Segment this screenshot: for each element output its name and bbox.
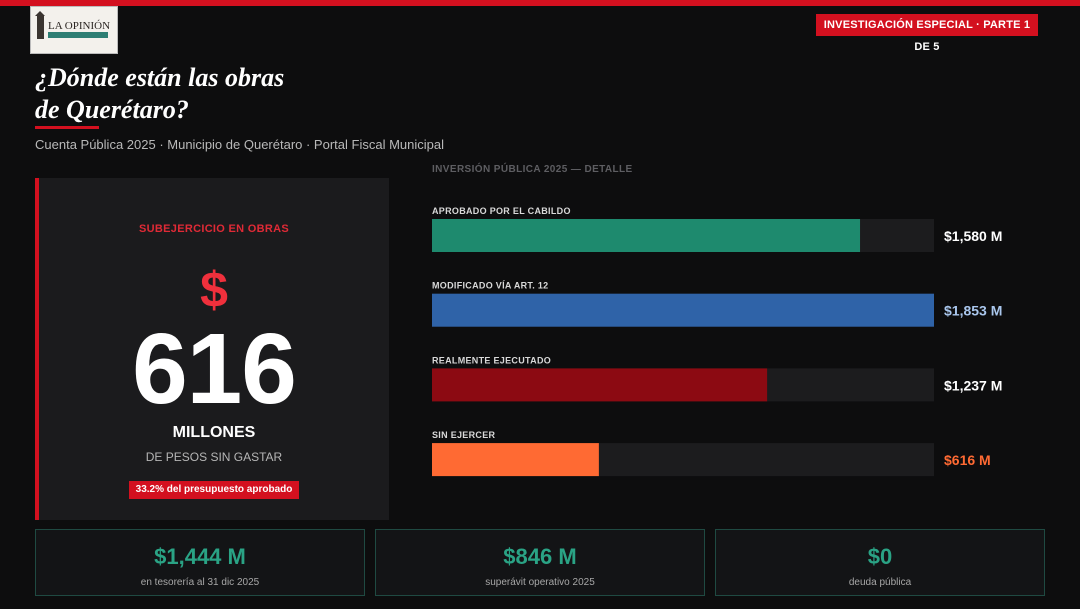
- stat-label: en tesorería al 31 dic 2025: [140, 577, 260, 588]
- bar-value-label: $616 M: [944, 452, 991, 468]
- bar-category-label: MODIFICADO VÍA ART. 12: [432, 281, 548, 291]
- stat-label: deuda pública: [848, 577, 912, 588]
- stat-value: $846 M: [503, 544, 577, 569]
- bar-category-label: REALMENTE EJECUTADO: [432, 355, 551, 365]
- stat-card-debt: $0 deuda pública: [715, 529, 1045, 596]
- stat-card-surplus: $846 M superávit operativo 2025: [375, 529, 705, 596]
- bar-value-label: $1,237 M: [944, 377, 1002, 393]
- stat-value: $0: [867, 544, 893, 569]
- bar: [432, 293, 934, 327]
- investment-bar-chart: APROBADO POR EL CABILDO $1,580 M MODIFICAD…: [432, 206, 1002, 477]
- bar-category-label: APROBADO POR EL CABILDO: [432, 206, 571, 216]
- stat-value: $1,444 M: [154, 544, 246, 569]
- bar-category-label: SIN EJERCER: [432, 430, 496, 440]
- bar-value-label: $1,853 M: [944, 303, 1002, 319]
- stat-card-treasury: $1,444 M en tesorería al 31 dic 2025: [35, 529, 365, 596]
- bar-value-label: $1,580 M: [944, 228, 1002, 244]
- bar: [432, 219, 861, 252]
- bar: [432, 443, 599, 477]
- stat-label: superávit operativo 2025: [485, 577, 595, 588]
- bar: [432, 368, 768, 402]
